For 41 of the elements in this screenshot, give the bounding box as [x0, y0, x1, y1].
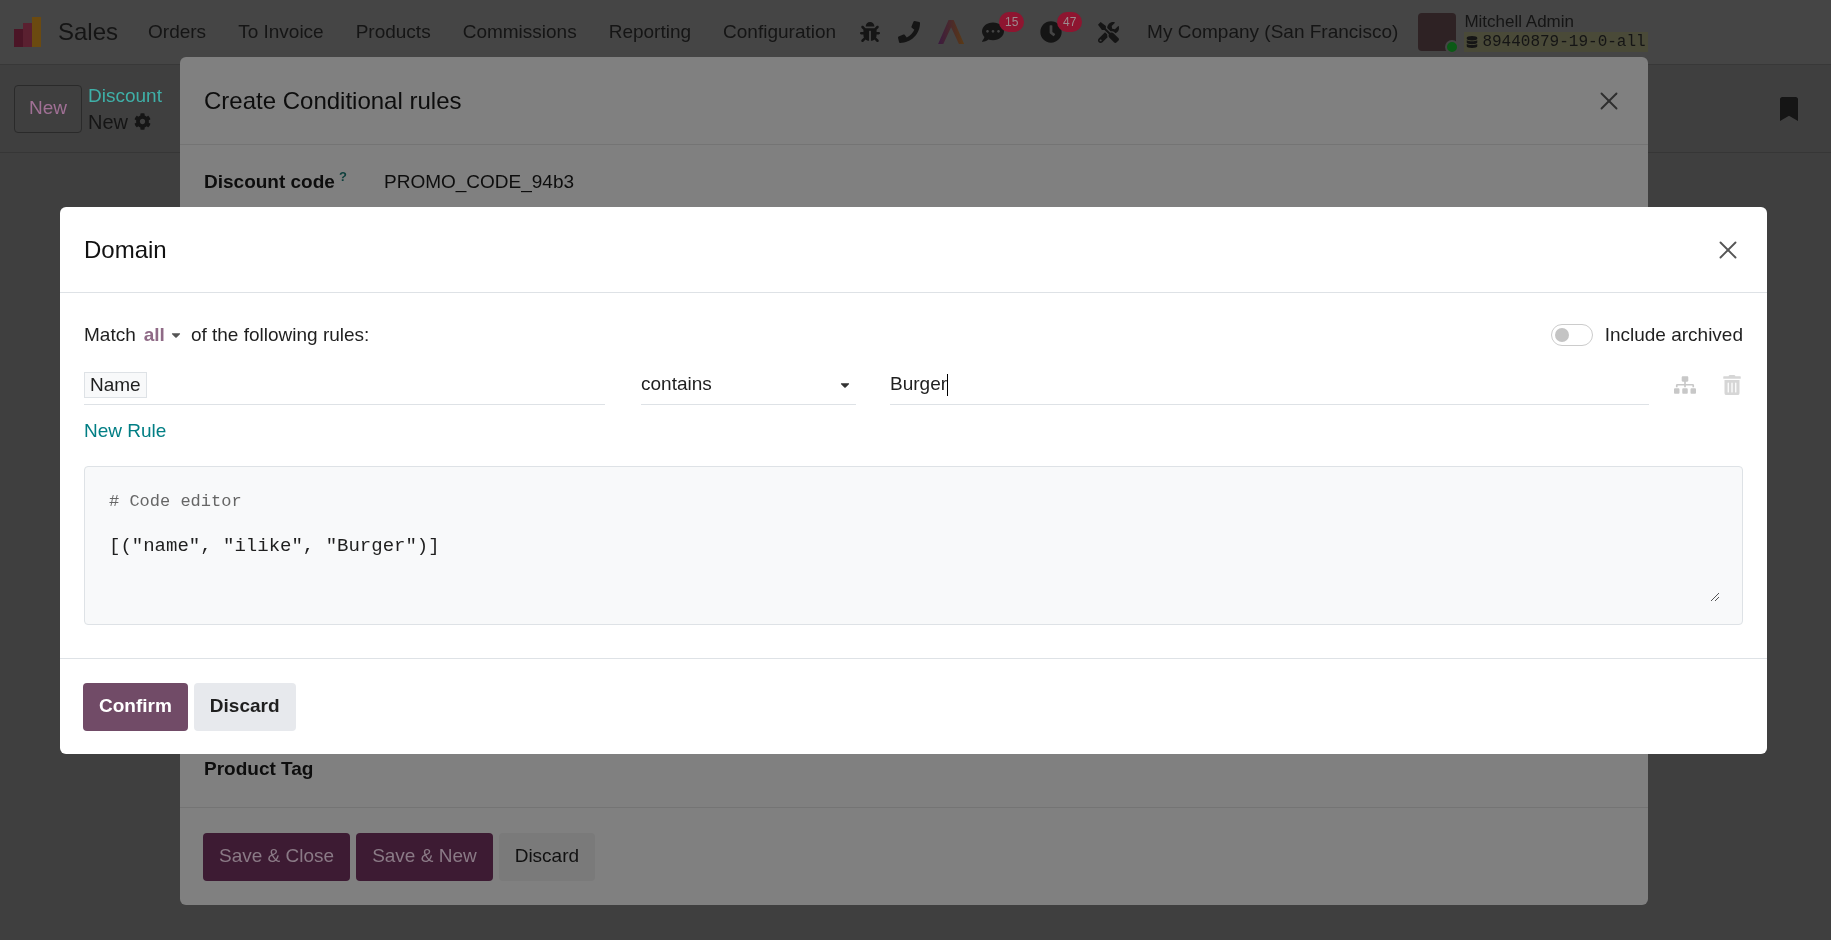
match-select[interactable]: all — [143, 320, 183, 350]
save-button[interactable]: Save & Close — [203, 832, 351, 881]
resize-handle-icon[interactable] — [1710, 591, 1720, 602]
breadcrumb-link[interactable]: Discount — [88, 82, 162, 109]
notification-count: 47 — [1057, 12, 1083, 32]
operator-select[interactable]: contains — [641, 365, 856, 405]
bookmark-icon[interactable] — [1777, 96, 1801, 121]
code-comment: # Code editor — [109, 490, 243, 513]
help-icon[interactable]: ? — [338, 169, 347, 185]
code-text: [("name", "ilike", "Burger")] — [109, 534, 441, 559]
field-value[interactable]: PROMO_CODE_94b3 — [384, 167, 575, 197]
match-label: Match — [84, 322, 136, 347]
discard-button[interactable]: Discard — [498, 832, 596, 881]
notification-count: 15 — [999, 12, 1025, 32]
value-input[interactable]: Burger — [890, 365, 1649, 405]
save-button[interactable]: Save & New — [356, 832, 493, 881]
field-path-input[interactable]: Name — [84, 365, 605, 405]
include-archived-label: Include archived — [1604, 322, 1743, 347]
code-editor[interactable]: # Code editor [("name", "ilike", "Burger")] — [84, 465, 1743, 625]
field-label: Discount code $^{?}$ — [204, 168, 348, 194]
chat-icon[interactable] — [982, 21, 1005, 43]
field-label: Product Tag — [204, 757, 314, 781]
include-archived-toggle[interactable] — [1550, 324, 1593, 346]
dialog-title: Domain — [84, 234, 167, 265]
discard-button[interactable]: Discard — [193, 682, 296, 731]
match-label: of the following rules: — [190, 322, 370, 347]
phone-icon[interactable] — [898, 21, 921, 43]
new-rule-link[interactable]: New Rule — [84, 417, 167, 446]
new-button[interactable]: New — [14, 84, 82, 133]
clock-icon[interactable] — [1040, 21, 1063, 43]
dialog-title: Create Conditional rules — [204, 85, 462, 116]
app-logo-icon[interactable] — [12, 15, 44, 49]
sitemap-icon[interactable] — [1674, 374, 1696, 396]
delete-icon[interactable] — [1722, 375, 1742, 395]
bug-icon[interactable] — [860, 22, 881, 42]
database-icon — [1466, 36, 1479, 48]
online-status-icon — [1445, 40, 1460, 54]
avatar[interactable] — [1418, 13, 1457, 51]
settings-icon[interactable] — [134, 113, 152, 130]
tools-icon[interactable] — [1098, 21, 1120, 43]
confirm-button[interactable]: Confirm — [83, 682, 188, 731]
